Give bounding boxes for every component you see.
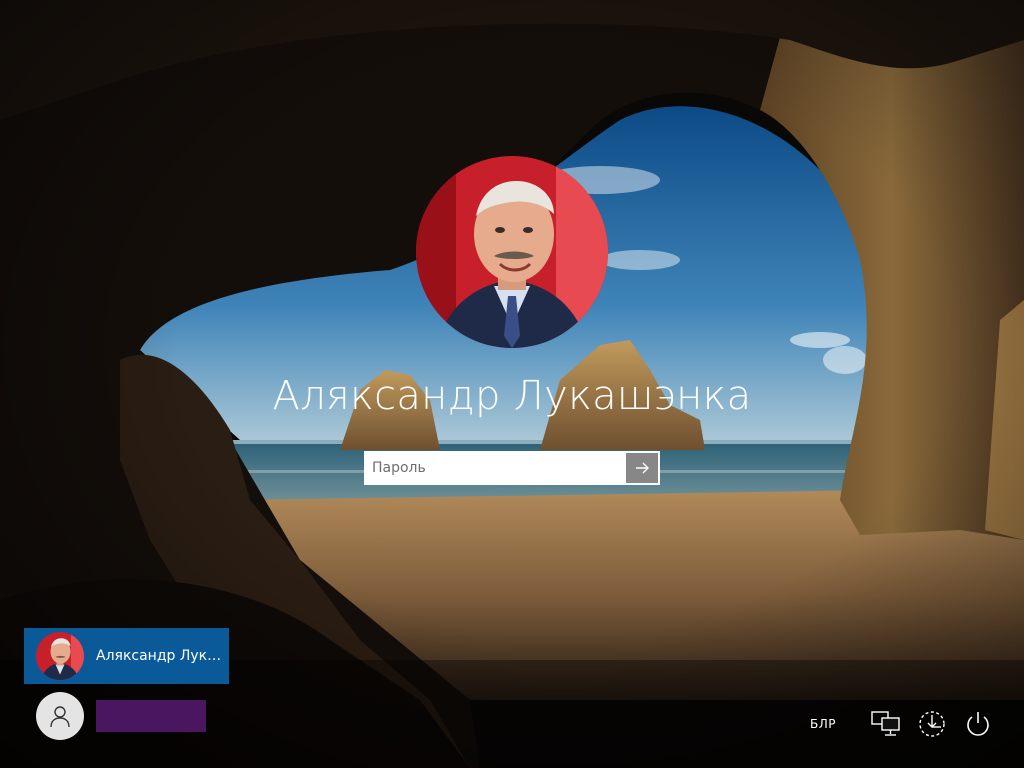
person-icon	[50, 706, 70, 728]
network-button[interactable]	[870, 708, 902, 740]
password-input[interactable]	[366, 453, 626, 483]
user-list: Аляксандр Лука...	[24, 628, 229, 744]
user-photo-icon	[36, 632, 84, 680]
generic-avatar	[36, 692, 84, 740]
user-list-item-other[interactable]	[24, 688, 229, 744]
submit-button[interactable]	[626, 453, 658, 483]
user-photo-icon	[416, 156, 608, 348]
power-icon	[967, 712, 989, 736]
user-thumbnail	[36, 632, 84, 680]
power-button[interactable]	[962, 708, 994, 740]
language-indicator[interactable]: БЛР	[810, 717, 836, 731]
user-list-item-selected[interactable]: Аляксандр Лука...	[24, 628, 229, 684]
network-icon	[871, 711, 900, 736]
user-list-item-label: Аляксандр Лука...	[96, 648, 229, 664]
arrow-right-icon	[636, 462, 649, 474]
password-box	[364, 451, 660, 485]
user-list-item-name-bar	[96, 700, 206, 732]
lock-screen: Аляксандр Лукашэнка Аляксандр Лука... БЛ…	[0, 0, 1024, 768]
accessibility-icon	[919, 711, 945, 737]
user-avatar	[416, 156, 608, 348]
system-tray: БЛР	[810, 706, 994, 742]
accessibility-button[interactable]	[916, 708, 948, 740]
user-name-title: Аляксандр Лукашэнка	[272, 373, 752, 419]
